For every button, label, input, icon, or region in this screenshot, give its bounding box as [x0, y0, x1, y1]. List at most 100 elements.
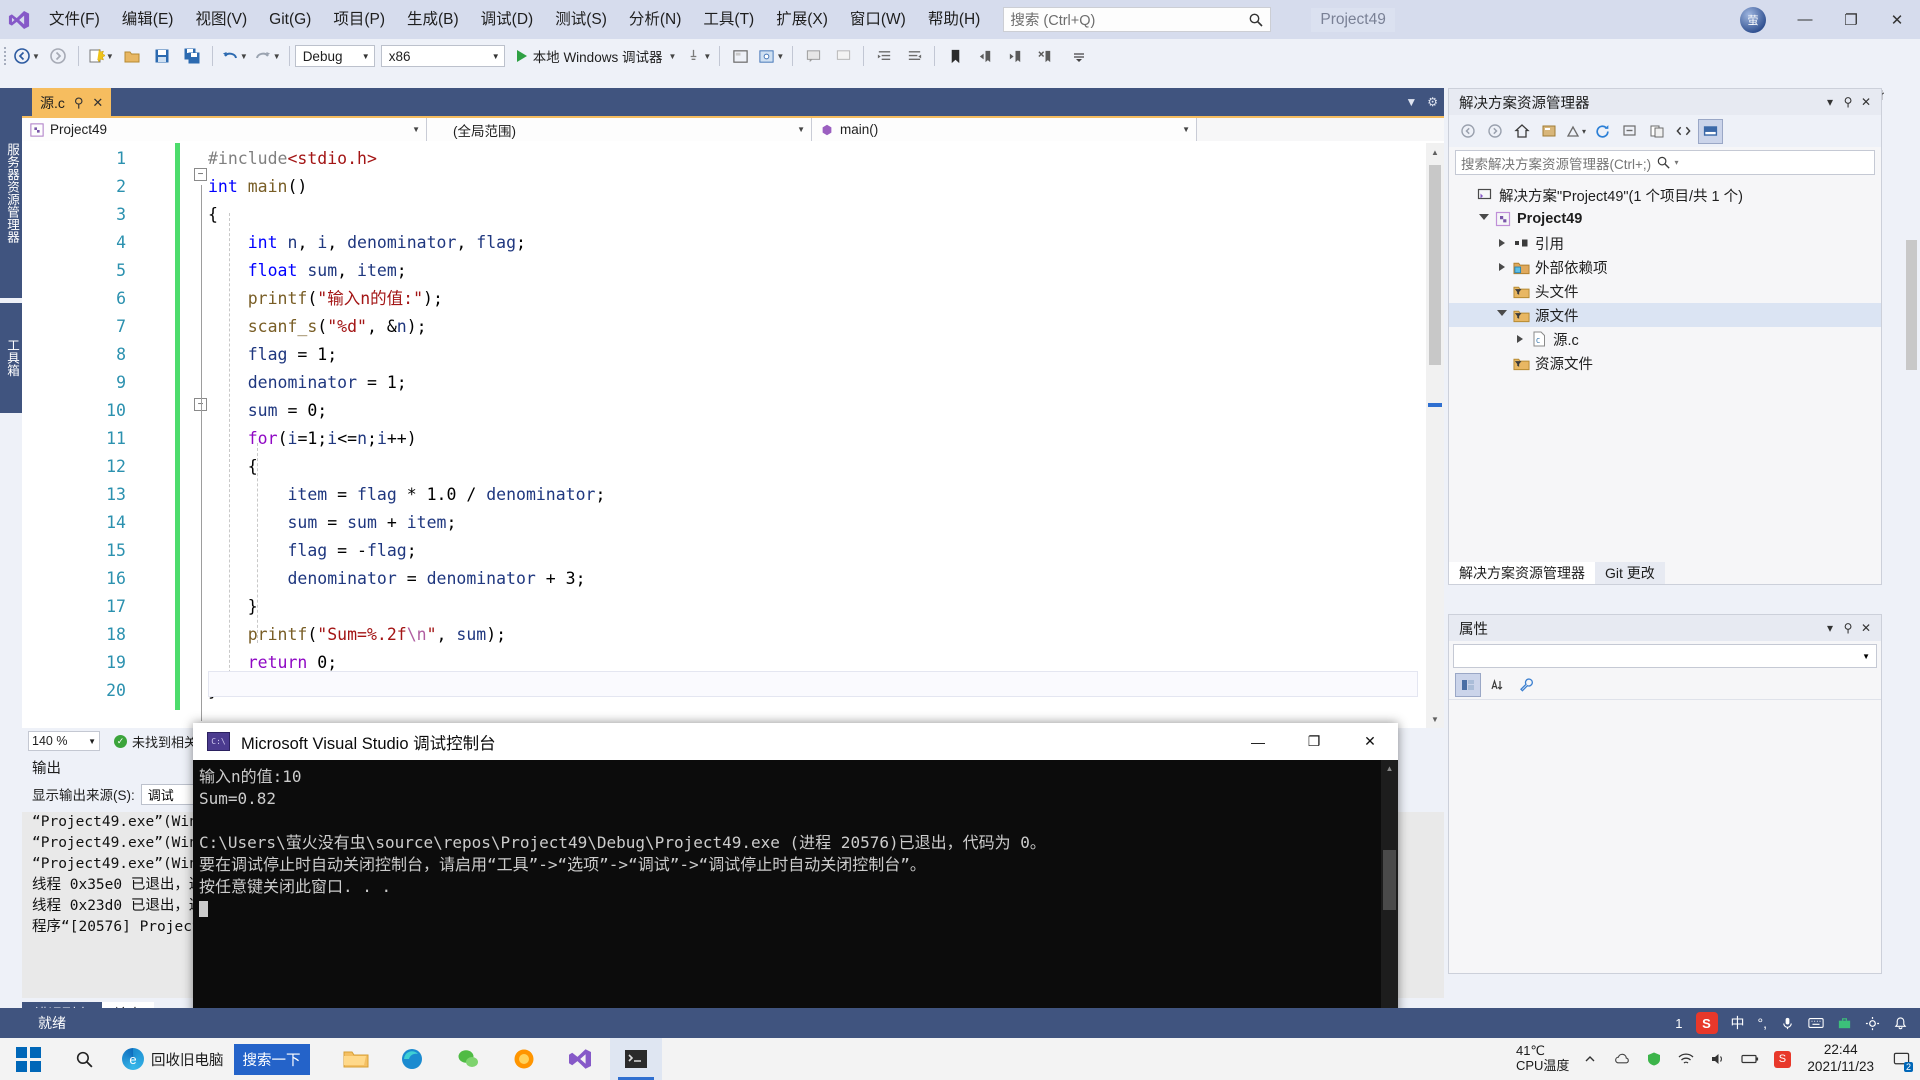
cpu-temperature-widget[interactable]: 41℃ CPU温度 — [1516, 1043, 1569, 1074]
uncomment-button[interactable] — [828, 39, 858, 73]
console-scroll-thumb[interactable] — [1383, 850, 1396, 910]
comment-button[interactable] — [798, 39, 828, 73]
preview-button[interactable]: ▼ — [755, 39, 787, 73]
gear-icon[interactable]: ⚙ — [1427, 95, 1438, 109]
menu-extensions[interactable]: 扩展(X) — [765, 0, 839, 39]
tree-expander[interactable] — [1475, 214, 1493, 224]
previous-bookmark-button[interactable] — [970, 39, 1000, 73]
properties-object-dropdown[interactable]: ▼ — [1453, 644, 1877, 668]
close-button[interactable]: ✕ — [1874, 0, 1920, 39]
edge-browser-button[interactable] — [386, 1038, 438, 1080]
debug-console-taskbar-button[interactable] — [609, 1038, 662, 1080]
code-line[interactable]: denominator = denominator + 3; — [208, 565, 585, 593]
tree-item[interactable]: 外部依赖项 — [1449, 255, 1881, 279]
solution-tree[interactable]: 解决方案"Project49"(1 个项目/共 1 个) Project49 引用外… — [1449, 179, 1881, 375]
tree-item[interactable]: 引用 — [1449, 231, 1881, 255]
menu-edit[interactable]: 编辑(E) — [111, 0, 185, 39]
avatar[interactable]: 萤 — [1740, 6, 1766, 33]
code-line[interactable]: int main() — [208, 173, 307, 201]
fold-marker-main[interactable]: − — [194, 168, 207, 181]
notifications-bell-icon[interactable] — [1893, 1016, 1908, 1031]
home-icon-se[interactable] — [1509, 119, 1534, 144]
back-icon-se[interactable] — [1455, 119, 1480, 144]
indent-button[interactable] — [869, 39, 899, 73]
menu-tools[interactable]: 工具(T) — [692, 0, 765, 39]
right-edge-scrollbar[interactable] — [1884, 88, 1920, 974]
onedrive-icon[interactable] — [1611, 1048, 1633, 1070]
browser-button[interactable] — [498, 1038, 550, 1080]
toolbox-tab[interactable]: 工具箱 — [0, 303, 22, 413]
console-maximize-button[interactable]: ❐ — [1286, 723, 1342, 760]
outdent-button[interactable] — [899, 39, 929, 73]
console-output-text[interactable]: 输入n的值:10 Sum=0.82 C:\Users\萤火没有虫\source\re… — [193, 760, 1398, 1033]
ime-punctuation-icon[interactable]: °, — [1758, 1015, 1768, 1031]
file-explorer-button[interactable] — [330, 1038, 382, 1080]
code-line[interactable]: int n, i, denominator, flag; — [208, 229, 526, 257]
console-close-button[interactable]: ✕ — [1342, 723, 1398, 760]
tree-expander[interactable] — [1493, 263, 1511, 271]
menu-test[interactable]: 测试(S) — [544, 0, 618, 39]
visual-studio-taskbar-button[interactable] — [554, 1038, 606, 1080]
redo-caret[interactable]: ▼ — [273, 52, 281, 61]
start-debugging-caret[interactable]: ▼ — [668, 52, 676, 61]
pin-icon-props[interactable]: ⚲ — [1839, 619, 1857, 637]
solution-platform-dropdown[interactable]: x86 ▼ — [380, 45, 505, 67]
start-debugging-button[interactable]: 本地 Windows 调试器 ▼ — [511, 39, 683, 73]
navbar-member-dropdown[interactable]: main() ▼ — [812, 118, 1197, 141]
code-line[interactable]: flag = 1; — [208, 341, 337, 369]
auto-attach-button[interactable]: ▼ — [682, 39, 714, 73]
news-and-interests-widget[interactable]: e 回收旧电脑 搜索一下 — [112, 1038, 320, 1080]
code-line[interactable]: item = flag * 1.0 / denominator; — [208, 481, 605, 509]
minimize-button[interactable]: — — [1782, 0, 1828, 39]
navbar-scope-dropdown[interactable]: (全局范围) ▼ — [427, 118, 812, 141]
tree-expander[interactable] — [1493, 310, 1511, 320]
code-line[interactable]: sum = 0; — [208, 397, 327, 425]
code-line[interactable]: float sum, item; — [208, 257, 407, 285]
taskbar-clock[interactable]: 22:44 2021/11/23 — [1803, 1042, 1878, 1076]
notification-center-button[interactable]: 2 — [1888, 1038, 1914, 1080]
battery-icon[interactable] — [1739, 1048, 1761, 1070]
menu-build[interactable]: 生成(B) — [396, 0, 470, 39]
code-line[interactable]: printf("Sum=%.2f\n", sum); — [208, 621, 506, 649]
preview-caret[interactable]: ▼ — [776, 52, 784, 61]
tree-item[interactable]: 源文件 — [1449, 303, 1881, 327]
chevron-down-icon-se[interactable]: ▾ — [1821, 93, 1839, 111]
undo-caret[interactable]: ▼ — [240, 52, 248, 61]
bookmark-button[interactable] — [940, 39, 970, 73]
sogou-tray-icon[interactable]: S — [1771, 1048, 1793, 1070]
undo-button[interactable]: ▼ — [218, 39, 251, 73]
save-button[interactable] — [147, 39, 177, 73]
toolbar-overflow-button[interactable] — [1064, 39, 1094, 73]
console-scrollbar[interactable]: ▲ ▼ — [1381, 760, 1398, 1033]
tray-expand-icon[interactable] — [1579, 1048, 1601, 1070]
categorized-view-icon[interactable] — [1455, 673, 1481, 697]
refresh-icon-se[interactable] — [1590, 119, 1615, 144]
navbar-project-dropdown[interactable]: Project49 ▼ — [22, 118, 427, 141]
code-line[interactable]: { — [208, 453, 258, 481]
zoom-level-dropdown[interactable]: 140 % ▼ — [28, 731, 100, 751]
tree-item[interactable]: 资源文件 — [1449, 351, 1881, 375]
pin-icon-se[interactable]: ⚲ — [1839, 93, 1857, 111]
close-icon[interactable]: ✕ — [92, 95, 103, 111]
properties-wrench-icon[interactable] — [1513, 673, 1539, 697]
close-icon-se[interactable]: ✕ — [1857, 93, 1875, 111]
scroll-up-arrow[interactable]: ▲ — [1426, 143, 1444, 161]
menu-file[interactable]: 文件(F) — [38, 0, 111, 39]
collapse-all-icon[interactable] — [1617, 119, 1642, 144]
document-tab-source-c[interactable]: 源.c ⚲ ✕ — [32, 88, 112, 116]
code-line[interactable]: } — [208, 593, 258, 621]
chevron-down-icon-se-search[interactable]: ▾ — [1675, 158, 1870, 167]
pending-changes-icon[interactable] — [1536, 119, 1561, 144]
close-icon-props[interactable]: ✕ — [1857, 619, 1875, 637]
editor-vertical-scrollbar[interactable]: ▲ ▼ — [1426, 143, 1444, 728]
menu-analyze[interactable]: 分析(N) — [618, 0, 693, 39]
chevron-down-icon-tabs[interactable]: ▼ — [1405, 95, 1417, 109]
server-explorer-tab[interactable]: 服务器资源管理器 — [0, 88, 22, 298]
new-project-button[interactable]: ▼ — [84, 39, 117, 73]
solution-configuration-dropdown[interactable]: Debug ▼ — [294, 45, 375, 67]
toolbar-grip[interactable] — [0, 39, 10, 73]
start-button[interactable] — [0, 1038, 56, 1080]
menu-view[interactable]: 视图(V) — [184, 0, 258, 39]
show-all-files-icon[interactable] — [1644, 119, 1669, 144]
taskbar-search-pill[interactable]: 搜索一下 — [233, 1043, 310, 1075]
